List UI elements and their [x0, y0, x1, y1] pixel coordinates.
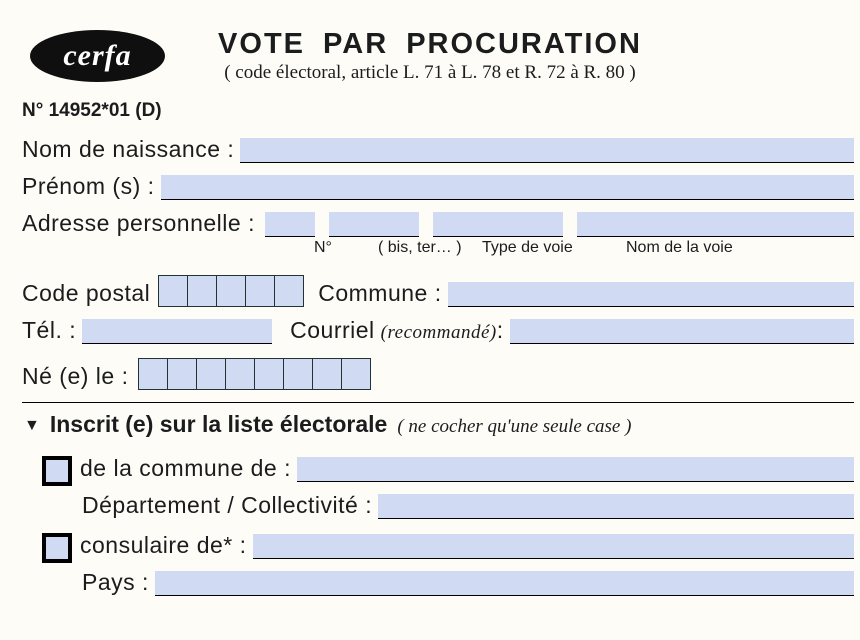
address-label: Adresse personnelle :	[22, 210, 255, 237]
address-bis-input[interactable]	[329, 212, 419, 237]
opt-consulaire-input[interactable]	[253, 534, 854, 559]
email-input[interactable]	[510, 319, 854, 344]
given-names-label: Prénom (s) :	[22, 173, 155, 200]
opt-dept-input[interactable]	[378, 494, 854, 519]
opt-commune-input[interactable]	[297, 457, 854, 482]
triangle-icon: ▼	[24, 417, 40, 435]
opt-pays-input[interactable]	[155, 571, 854, 596]
address-bis-caption: ( bis, ter… )	[378, 239, 468, 257]
checkbox-commune[interactable]	[42, 456, 72, 486]
postal-label: Code postal	[22, 280, 150, 307]
tel-label: Tél. :	[22, 317, 76, 344]
address-name-input[interactable]	[577, 212, 854, 237]
page-title: VOTE PAR PROCURATION	[0, 28, 860, 61]
opt-consulaire-label: consulaire de* :	[80, 532, 247, 559]
address-name-caption: Nom de la voie	[626, 239, 733, 257]
opt-commune-label: de la commune de :	[80, 455, 291, 482]
birth-date-input[interactable]	[138, 358, 371, 390]
address-type-input[interactable]	[433, 212, 563, 237]
address-no-input[interactable]	[265, 212, 315, 237]
birth-date-label: Né (e) le :	[22, 363, 128, 390]
birth-name-input[interactable]	[240, 138, 854, 163]
section-title: Inscrit (e) sur la liste électorale	[50, 411, 387, 438]
page-subtitle: ( code électoral, article L. 71 à L. 78 …	[0, 62, 860, 84]
commune-label: Commune :	[318, 280, 441, 307]
address-type-caption: Type de voie	[482, 239, 612, 257]
opt-dept-label: Département / Collectivité :	[82, 492, 372, 519]
form-number: N° 14952*01 (D)	[22, 100, 162, 122]
address-no-caption: N°	[314, 239, 364, 257]
opt-pays-label: Pays :	[82, 569, 149, 596]
given-names-input[interactable]	[161, 175, 854, 200]
checkbox-consulaire[interactable]	[42, 533, 72, 563]
commune-input[interactable]	[448, 282, 854, 307]
tel-input[interactable]	[82, 319, 272, 344]
email-hint: (recommandé)	[381, 322, 497, 344]
birth-name-label: Nom de naissance :	[22, 136, 234, 163]
postal-input[interactable]	[158, 275, 304, 307]
divider	[22, 402, 854, 403]
section-hint: ( ne cocher qu'une seule case )	[397, 416, 631, 438]
email-label: Courriel	[290, 317, 375, 344]
